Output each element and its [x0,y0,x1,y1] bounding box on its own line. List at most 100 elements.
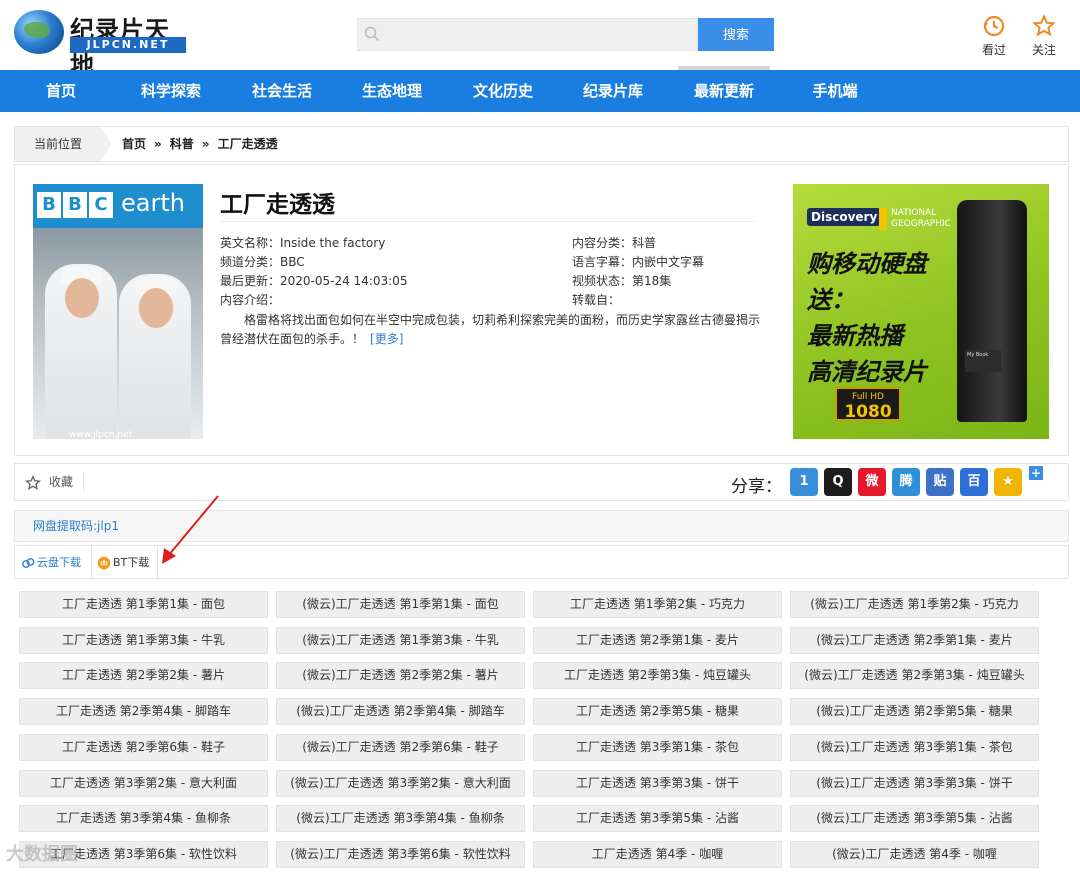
page-title: 工厂走透透 [220,192,335,218]
episode-link[interactable]: 工厂走透透 第2季第2集 - 薯片 [19,662,268,689]
nav-ecology[interactable]: 生态地理 [351,70,433,112]
detail-panel: B B C earth www.jlpcn.net 工厂走透透 英文名称：Ins… [14,164,1069,456]
episode-link[interactable]: 工厂走透透 第3季第2集 - 意大利面 [19,770,268,797]
episode-link[interactable]: (微云)工厂走透透 第3季第3集 - 饼干 [790,770,1039,797]
share-label: 分享： [731,477,782,497]
ad-line: 购移动硬盘 [807,250,927,278]
episode-grid: 工厂走透透 第1季第1集 - 面包 (微云)工厂走透透 第1季第1集 - 面包 工厂… [14,579,1069,874]
hard-drive-image: My Book [957,200,1027,422]
meta-right: 内容分类：科普 语言字幕：内嵌中文字幕 视频状态：第18集 转载自： [572,234,704,310]
history-label: 看过 [981,43,1006,57]
episode-link[interactable]: (微云)工厂走透透 第3季第1集 - 茶包 [790,734,1039,761]
history-button[interactable]: 看过 [974,14,1014,58]
episode-link[interactable]: (微云)工厂走透透 第1季第1集 - 面包 [276,591,525,618]
episode-link[interactable]: 工厂走透透 第4季 - 咖喱 [533,841,782,868]
episode-link[interactable]: (微云)工厂走透透 第4季 - 咖喱 [790,841,1039,868]
episode-link[interactable]: (微云)工厂走透透 第1季第2集 - 巧克力 [790,591,1039,618]
nav-society[interactable]: 社会生活 [241,70,323,112]
history-icon [983,15,1005,37]
follow-label: 关注 [1031,43,1056,57]
episode-link[interactable]: (微云)工厂走透透 第2季第2集 - 薯片 [276,662,525,689]
search-button[interactable]: 搜索 [698,18,774,51]
episode-link[interactable]: 工厂走透透 第1季第1集 - 面包 [19,591,268,618]
full-hd-badge: Full HD 1080 [835,387,901,421]
tencent-weibo-icon[interactable]: 腾 [892,468,920,496]
episode-link[interactable]: (微云)工厂走透透 第2季第3集 - 炖豆罐头 [790,662,1039,689]
episode-link[interactable]: 工厂走透透 第2季第1集 - 麦片 [533,627,782,654]
nav-mobile[interactable]: 手机端 [794,70,876,112]
search-input[interactable] [357,18,698,51]
ad-line: 高清纪录片 [807,358,927,386]
episode-link[interactable]: 工厂走透透 第1季第3集 - 牛乳 [19,627,268,654]
breadcrumb-current[interactable]: 工厂走透透 [218,137,278,151]
episode-link[interactable]: 工厂走透透 第2季第6集 - 鞋子 [19,734,268,761]
breadcrumb-home[interactable]: 首页 [122,137,146,151]
poster-watermark: www.jlpcn.net [69,430,133,439]
bt-icon [97,556,111,570]
episode-link[interactable]: 工厂走透透 第3季第4集 - 鱼柳条 [19,805,268,832]
episode-link[interactable]: 工厂走透透 第2季第5集 - 糖果 [533,698,782,725]
episode-link[interactable]: (微云)工厂走透透 第1季第3集 - 牛乳 [276,627,525,654]
favorite-button[interactable]: 收藏 [25,473,73,491]
qzone-icon[interactable]: ★ [994,468,1022,496]
breadcrumb-separator: » [201,137,210,151]
episode-link[interactable]: 工厂走透透 第3季第1集 - 茶包 [533,734,782,761]
natgeo-line: GEOGRAPHIC [891,219,951,229]
natgeo-line: NATIONAL [891,208,937,218]
cloud-link-icon [22,558,35,568]
episode-link[interactable]: (微云)工厂走透透 第2季第6集 - 鞋子 [276,734,525,761]
episode-link[interactable]: (微云)工厂走透透 第3季第4集 - 鱼柳条 [276,805,525,832]
hd-main: 1080 [844,402,892,422]
nav-latest[interactable]: 最新更新 [678,66,770,112]
qq-icon[interactable]: Q [824,468,852,496]
drive-label: My Book [965,350,1001,372]
ad-banner[interactable]: Discovery NATIONAL GEOGRAPHIC 购移动硬盘 送： 最新… [793,184,1049,439]
follow-button[interactable]: 关注 [1024,14,1064,58]
share-1-icon[interactable]: 1 [790,468,818,496]
search-icon [364,26,380,42]
ad-headline: 购移动硬盘 送： 最新热播 高清纪录片 [807,246,927,390]
poster-brand-bar: B B C earth [33,184,203,228]
episode-link[interactable]: (微云)工厂走透透 第3季第6集 - 软性饮料 [276,841,525,868]
tieba-icon[interactable]: 贴 [926,468,954,496]
nav-home[interactable]: 首页 [20,70,102,112]
episode-link[interactable]: 工厂走透透 第2季第4集 - 脚踏车 [19,698,268,725]
meta-left: 英文名称：Inside the factory 频道分类：BBC 最后更新：20… [220,234,407,310]
breadcrumb-label: 当前位置 [15,127,111,161]
hd-top: Full HD [852,392,884,402]
episode-link[interactable]: 工厂走透透 第3季第5集 - 沾酱 [533,805,782,832]
meta-category: 内容分类：科普 [572,236,657,250]
bbc-letter: C [89,192,113,218]
episode-link[interactable]: 工厂走透透 第3季第3集 - 饼干 [533,770,782,797]
discovery-logo: Discovery [807,208,882,226]
tab-cloud-download[interactable]: 云盘下载 [15,546,91,579]
breadcrumb-category[interactable]: 科普 [170,137,194,151]
nav-library[interactable]: 纪录片库 [572,70,654,112]
meta-channel: 频道分类：BBC [220,255,305,269]
episode-link[interactable]: 工厂走透透 第1季第2集 - 巧克力 [533,591,782,618]
episode-link[interactable]: 工厂走透透 第2季第3集 - 炖豆罐头 [533,662,782,689]
header: 纪录片天地 JLPCN.NET 搜索 看过 关注 [0,0,1080,79]
nav-history[interactable]: 文化历史 [462,70,544,112]
share-more-icon[interactable]: + [1029,466,1043,480]
meta-source: 转载自： [572,293,621,307]
natgeo-logo: NATIONAL GEOGRAPHIC [879,208,951,230]
episode-link[interactable]: (微云)工厂走透透 第2季第1集 - 麦片 [790,627,1039,654]
presenter-figure [119,274,191,439]
meta-subtitles: 语言字幕：内嵌中文字幕 [572,255,705,269]
episode-link[interactable]: (微云)工厂走透透 第2季第5集 - 糖果 [790,698,1039,725]
weibo-icon[interactable]: 微 [858,468,886,496]
baidu-icon[interactable]: 百 [960,468,988,496]
poster-image[interactable]: B B C earth www.jlpcn.net [33,184,203,439]
site-logo[interactable]: 纪录片天地 JLPCN.NET [14,10,186,79]
episode-link[interactable]: (微云)工厂走透透 第3季第2集 - 意大利面 [276,770,525,797]
favorite-label: 收藏 [49,475,74,489]
tab-cloud-label: 云盘下载 [37,556,81,569]
more-link[interactable]: [更多] [370,332,403,346]
meta-english-name: 英文名称：Inside the factory [220,236,386,250]
episode-link[interactable]: (微云)工厂走透透 第3季第5集 - 沾酱 [790,805,1039,832]
tab-bt-download[interactable]: BT下载 [91,546,157,579]
episode-link[interactable]: (微云)工厂走透透 第2季第4集 - 脚踏车 [276,698,525,725]
meta-intro-label: 内容介绍： [220,293,281,307]
nav-science[interactable]: 科学探索 [130,70,212,112]
